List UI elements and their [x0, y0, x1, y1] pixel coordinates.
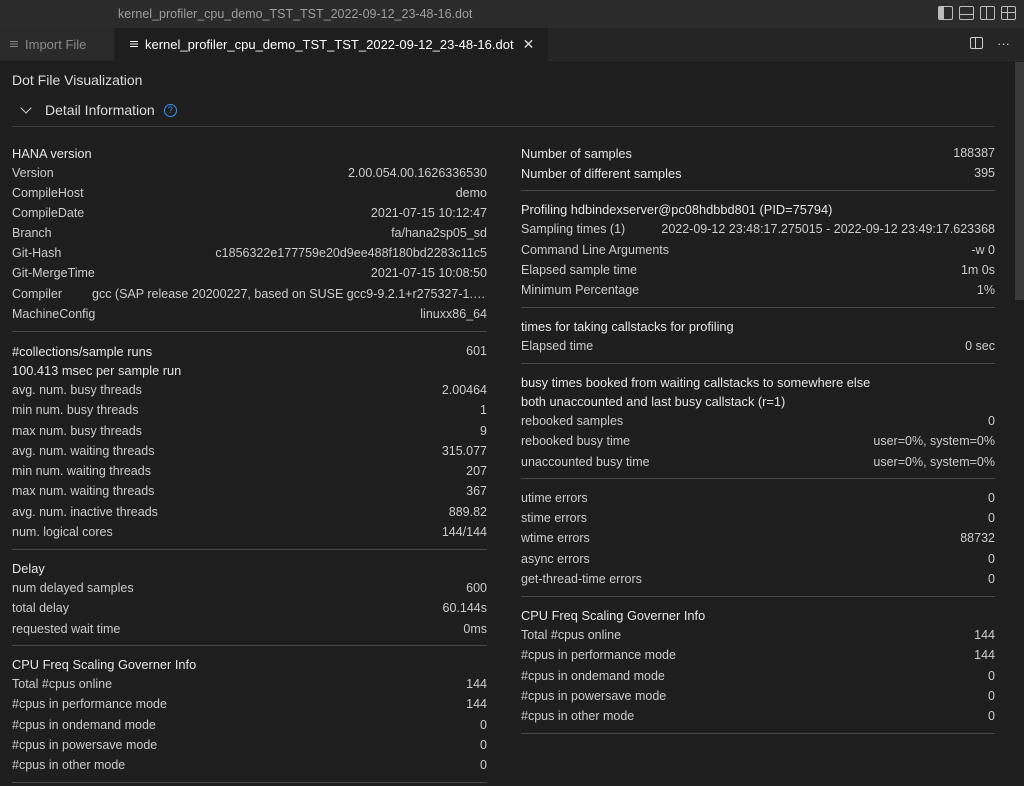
close-icon[interactable]: ✕	[523, 36, 535, 53]
error-row: get-thread-time errors 0	[521, 572, 995, 586]
cpu-freq-heading: CPU Freq Scaling Governer Info	[521, 607, 706, 623]
error-row: wtime errors 88732	[521, 531, 995, 545]
msec-row: 100.413 msec per sample run	[12, 362, 182, 378]
page-title: Dot File Visualization	[12, 72, 143, 88]
cpu-row: #cpus in ondemand mode 0	[521, 669, 995, 683]
profiling-heading: Profiling hdbindexserver@pc08hdbbd801 (P…	[521, 201, 833, 217]
busy-row: unaccounted busy time user=0%, system=0%	[521, 455, 995, 469]
callstacks-row: Elapsed time 0 sec	[521, 339, 995, 353]
info-row: CompileDate 2021-07-15 10:12:47	[12, 206, 487, 220]
thread-row: min num. busy threads 1	[12, 403, 487, 417]
divider	[12, 645, 487, 646]
info-row: CompileHost demo	[12, 186, 487, 200]
thread-row: avg. num. waiting threads 315.077	[12, 444, 487, 458]
samples-row: Number of samples 188387	[521, 145, 995, 161]
tab-label: Import File	[25, 37, 87, 52]
divider	[521, 596, 995, 597]
cpu-row: #cpus in powersave mode 0	[12, 738, 487, 752]
cpu-row: #cpus in performance mode 144	[12, 697, 487, 711]
more-actions-icon[interactable]: ···	[997, 36, 1010, 51]
customize-layout-icon[interactable]	[1001, 6, 1016, 20]
info-row: Branch fa/hana2sp05_sd	[12, 226, 487, 240]
split-editor-icon[interactable]	[970, 37, 983, 49]
thread-row: max num. busy threads 9	[12, 424, 487, 438]
profiling-row: Elapsed sample time 1m 0s	[521, 263, 995, 277]
main-content: Dot File Visualization Detail Informatio…	[0, 62, 1015, 786]
tab-label: kernel_profiler_cpu_demo_TST_TST_2022-09…	[145, 37, 514, 52]
toggle-secondary-sidebar-icon[interactable]	[980, 6, 995, 20]
cpu-row: Total #cpus online 144	[12, 677, 487, 691]
info-row: Git-MergeTime 2021-07-15 10:08:50	[12, 266, 487, 280]
cpu-freq-heading: CPU Freq Scaling Governer Info	[12, 656, 197, 672]
busy-heading: busy times booked from waiting callstack…	[521, 374, 871, 390]
delay-row: total delay 60.144s	[12, 601, 487, 615]
error-row: async errors 0	[521, 552, 995, 566]
error-row: stime errors 0	[521, 511, 995, 525]
info-row: Version 2.00.054.00.1626336530	[12, 166, 487, 180]
help-icon[interactable]: ?	[163, 103, 177, 117]
thread-row: avg. num. inactive threads 889.82	[12, 505, 487, 519]
thread-row: max num. waiting threads 367	[12, 484, 487, 498]
thread-row: min num. waiting threads 207	[12, 464, 487, 478]
delay-row: requested wait time 0ms	[12, 622, 487, 636]
samples-row: Number of different samples 395	[521, 165, 995, 181]
detail-information-header[interactable]: Detail Information ?	[20, 102, 177, 118]
hana-version-heading: HANA version	[12, 145, 92, 161]
editor-tab-bar: Import File kernel_profiler_cpu_demo_TST…	[0, 28, 1024, 61]
divider	[12, 549, 487, 550]
cpu-row: #cpus in other mode 0	[521, 709, 995, 723]
thread-row: avg. num. busy threads 2.00464	[12, 383, 487, 397]
profiling-row: Minimum Percentage 1%	[521, 283, 995, 297]
info-row: MachineConfig linuxx86_64	[12, 307, 487, 321]
cpu-row: #cpus in other mode 0	[12, 758, 487, 772]
divider	[12, 126, 995, 127]
info-row: Git-Hash c1856322e177759e20d9ee488f180bd2…	[12, 246, 487, 260]
divider	[12, 782, 487, 783]
divider	[12, 331, 487, 332]
file-lines-icon	[130, 40, 139, 49]
collections-row: #collections/sample runs 601	[12, 343, 487, 359]
vertical-scrollbar[interactable]	[1015, 62, 1024, 300]
divider	[521, 478, 995, 479]
tab-dot-file[interactable]: kernel_profiler_cpu_demo_TST_TST_2022-09…	[114, 28, 548, 61]
toggle-panel-icon[interactable]	[959, 6, 974, 20]
title-bar: kernel_profiler_cpu_demo_TST_TST_2022-09…	[0, 0, 1024, 28]
busy-row: rebooked samples 0	[521, 414, 995, 428]
divider	[521, 307, 995, 308]
divider	[521, 190, 995, 191]
window-title: kernel_profiler_cpu_demo_TST_TST_2022-09…	[118, 7, 473, 21]
busy-subheading: both unaccounted and last busy callstack…	[521, 393, 786, 409]
cpu-row: Total #cpus online 144	[521, 628, 995, 642]
chevron-down-icon[interactable]	[20, 102, 32, 114]
thread-row: num. logical cores 144/144	[12, 525, 487, 539]
editor-actions: ···	[970, 36, 1010, 51]
toggle-primary-sidebar-icon[interactable]	[938, 6, 953, 20]
cpu-row: #cpus in performance mode 144	[521, 648, 995, 662]
file-lines-icon	[10, 40, 19, 49]
cpu-row: #cpus in ondemand mode 0	[12, 718, 487, 732]
layout-controls	[938, 6, 1016, 20]
callstacks-heading: times for taking callstacks for profilin…	[521, 318, 734, 334]
delay-heading: Delay	[12, 560, 45, 576]
busy-row: rebooked busy time user=0%, system=0%	[521, 434, 995, 448]
section-title: Detail Information	[45, 102, 155, 118]
delay-row: num delayed samples 600	[12, 581, 487, 595]
info-row-compiler: Compiler gcc (SAP release 20200227, based…	[12, 287, 487, 301]
divider	[521, 363, 995, 364]
divider	[521, 733, 995, 734]
error-row: utime errors 0	[521, 491, 995, 505]
cpu-row: #cpus in powersave mode 0	[521, 689, 995, 703]
profiling-row: Command Line Arguments -w 0	[521, 243, 995, 257]
profiling-row: Sampling times (1) 2022-09-12 23:48:17.27…	[521, 222, 995, 236]
tab-import-file[interactable]: Import File	[0, 28, 114, 61]
